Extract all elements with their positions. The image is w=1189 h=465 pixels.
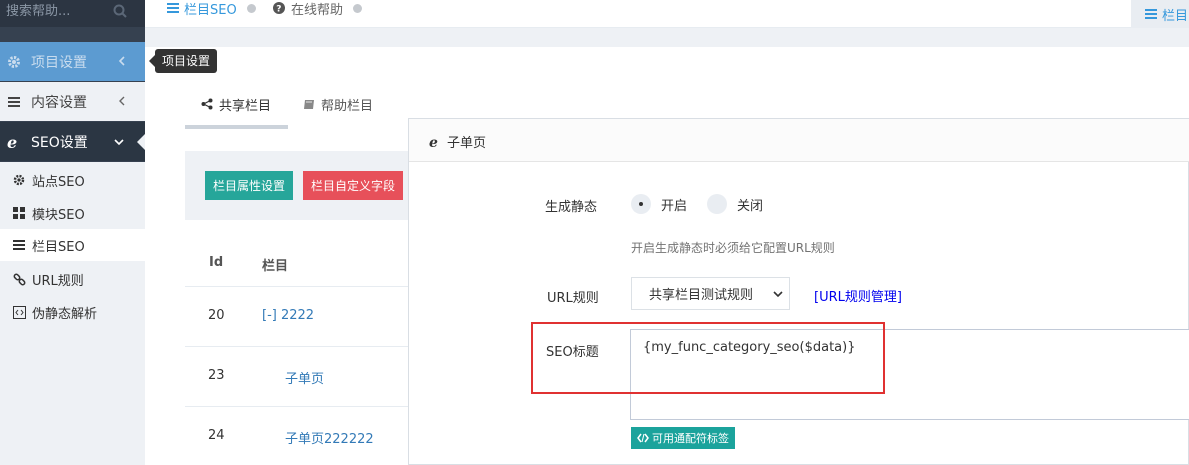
search-icon[interactable]	[113, 4, 127, 18]
share-icon	[201, 98, 213, 110]
modal-header: e 子单页	[409, 119, 1189, 162]
tooltip: 项目设置	[148, 49, 218, 73]
chevron-down-icon	[114, 139, 124, 146]
seo-submenu: 站点SEO 模块SEO 栏目SEO URL规则 伪静态解析	[0, 162, 145, 465]
menu-item-label: SEO设置	[31, 134, 88, 151]
svg-text:?: ?	[276, 5, 281, 15]
modal-title: e 子单页	[429, 132, 487, 152]
sidebar-item-label: 伪静态解析	[32, 306, 98, 322]
cell-category-link[interactable]: [-] 2222	[262, 308, 314, 323]
url-rule-label: URL规则	[547, 291, 599, 306]
breadcrumb-dot	[353, 3, 363, 13]
menu-item-label: 内容设置	[31, 94, 87, 111]
radio-circle[interactable]	[707, 194, 727, 214]
breadcrumb-dot	[246, 3, 256, 13]
static-label: 生成静态	[545, 200, 598, 215]
static-help-text: 开启生成静态时必须给它配置URL规则	[631, 241, 835, 255]
tab-label: 共享栏目	[219, 98, 272, 114]
column-header-category[interactable]: 栏目	[262, 255, 288, 274]
menu-item-label: 项目设置	[31, 54, 87, 71]
tab-label: 帮助栏目	[321, 98, 374, 114]
breadcrumb-label: 栏目SEO	[184, 2, 237, 18]
sidebar-search	[0, 0, 145, 27]
modal-title-text: 子单页	[447, 136, 487, 151]
gear-icon	[6, 54, 22, 70]
ie-icon: e	[429, 135, 438, 149]
cell-id: 24	[208, 428, 225, 443]
menu-item-seo-settings[interactable]: e SEO设置	[0, 122, 145, 161]
sidebar-item-url-rules[interactable]: URL规则	[0, 263, 145, 295]
wildcard-tags-button[interactable]: 可用通配符标签	[631, 427, 735, 449]
radio-label: 开启	[661, 198, 688, 214]
url-rule-manage-link[interactable]: [URL规则管理]	[814, 286, 902, 305]
active-tab-indicator	[185, 125, 288, 129]
code-icon	[637, 433, 649, 443]
list-icon	[12, 238, 26, 252]
list-icon	[1145, 9, 1157, 19]
code-icon	[12, 305, 26, 319]
list-icon	[167, 3, 179, 13]
cell-id: 23	[208, 368, 225, 383]
radio-label: 关闭	[737, 198, 764, 214]
url-rule-select[interactable]: 共享栏目测试规则	[631, 277, 790, 310]
sidebar-item-label: URL规则	[32, 273, 84, 289]
menu-item-project-settings[interactable]: 项目设置	[0, 42, 145, 81]
seo-title-textarea[interactable]: {my_func_category_seo($data)}	[630, 329, 1189, 420]
search-input[interactable]	[0, 0, 110, 22]
radio-static-off[interactable]: 关闭	[707, 194, 763, 214]
column-header-id[interactable]: Id	[209, 255, 223, 270]
list-icon	[6, 94, 22, 110]
radio-circle-checked[interactable]	[631, 194, 651, 214]
breadcrumb-online-help[interactable]: ? 在线帮助	[273, 0, 363, 18]
chevron-left-icon	[119, 96, 125, 106]
tab-help-categories[interactable]: 帮助栏目	[303, 89, 373, 119]
top-right-label: 栏目	[1162, 8, 1189, 24]
cell-id: 20	[208, 308, 225, 323]
select-value: 共享栏目测试规则	[649, 288, 754, 303]
category-custom-fields-button[interactable]: 栏目自定义字段	[303, 171, 404, 200]
sidebar-item-category-seo[interactable]: 栏目SEO	[0, 229, 145, 261]
sidebar-item-site-seo[interactable]: 站点SEO	[0, 164, 145, 196]
tab-shared-categories[interactable]: 共享栏目	[201, 89, 271, 119]
sidebar-item-module-seo[interactable]: 模块SEO	[0, 197, 145, 229]
cell-category-link[interactable]: 子单页	[285, 368, 324, 387]
sidebar: 项目设置 内容设置 e SEO设置 站点SEO 模块SEO	[0, 0, 145, 465]
breadcrumb-category-seo[interactable]: 栏目SEO	[167, 0, 256, 18]
edit-modal: e 子单页 生成静态 开启 关闭 开启生成静态时必须给它配置URL规则 URL规…	[408, 118, 1189, 465]
gear-icon	[12, 173, 26, 187]
button-label: 可用通配符标签	[652, 433, 729, 445]
radio-static-on[interactable]: 开启	[631, 194, 687, 214]
sidebar-item-label: 站点SEO	[32, 174, 85, 190]
link-icon	[12, 272, 26, 286]
svg-text:e: e	[7, 134, 17, 150]
chevron-down-icon	[773, 291, 783, 298]
sidebar-item-rewrite[interactable]: 伪静态解析	[0, 296, 145, 328]
sidebar-item-label: 模块SEO	[32, 207, 85, 223]
question-circle-icon: ?	[273, 2, 285, 14]
svg-text:e: e	[429, 135, 438, 149]
seo-title-label: SEO标题	[546, 345, 599, 360]
sidebar-item-label: 栏目SEO	[32, 239, 85, 255]
ie-icon: e	[6, 134, 22, 150]
grid-icon	[12, 206, 26, 220]
top-right-tab[interactable]: 栏目	[1131, 0, 1189, 28]
cell-category-link[interactable]: 子单页222222	[285, 428, 374, 447]
topbar: 栏目SEO ? 在线帮助 栏目	[145, 0, 1189, 28]
menu-item-content-settings[interactable]: 内容设置	[0, 82, 145, 121]
book-icon	[304, 99, 314, 109]
breadcrumb-label: 在线帮助	[291, 2, 344, 18]
category-attributes-button[interactable]: 栏目属性设置	[205, 171, 294, 200]
chevron-left-icon	[118, 56, 125, 66]
